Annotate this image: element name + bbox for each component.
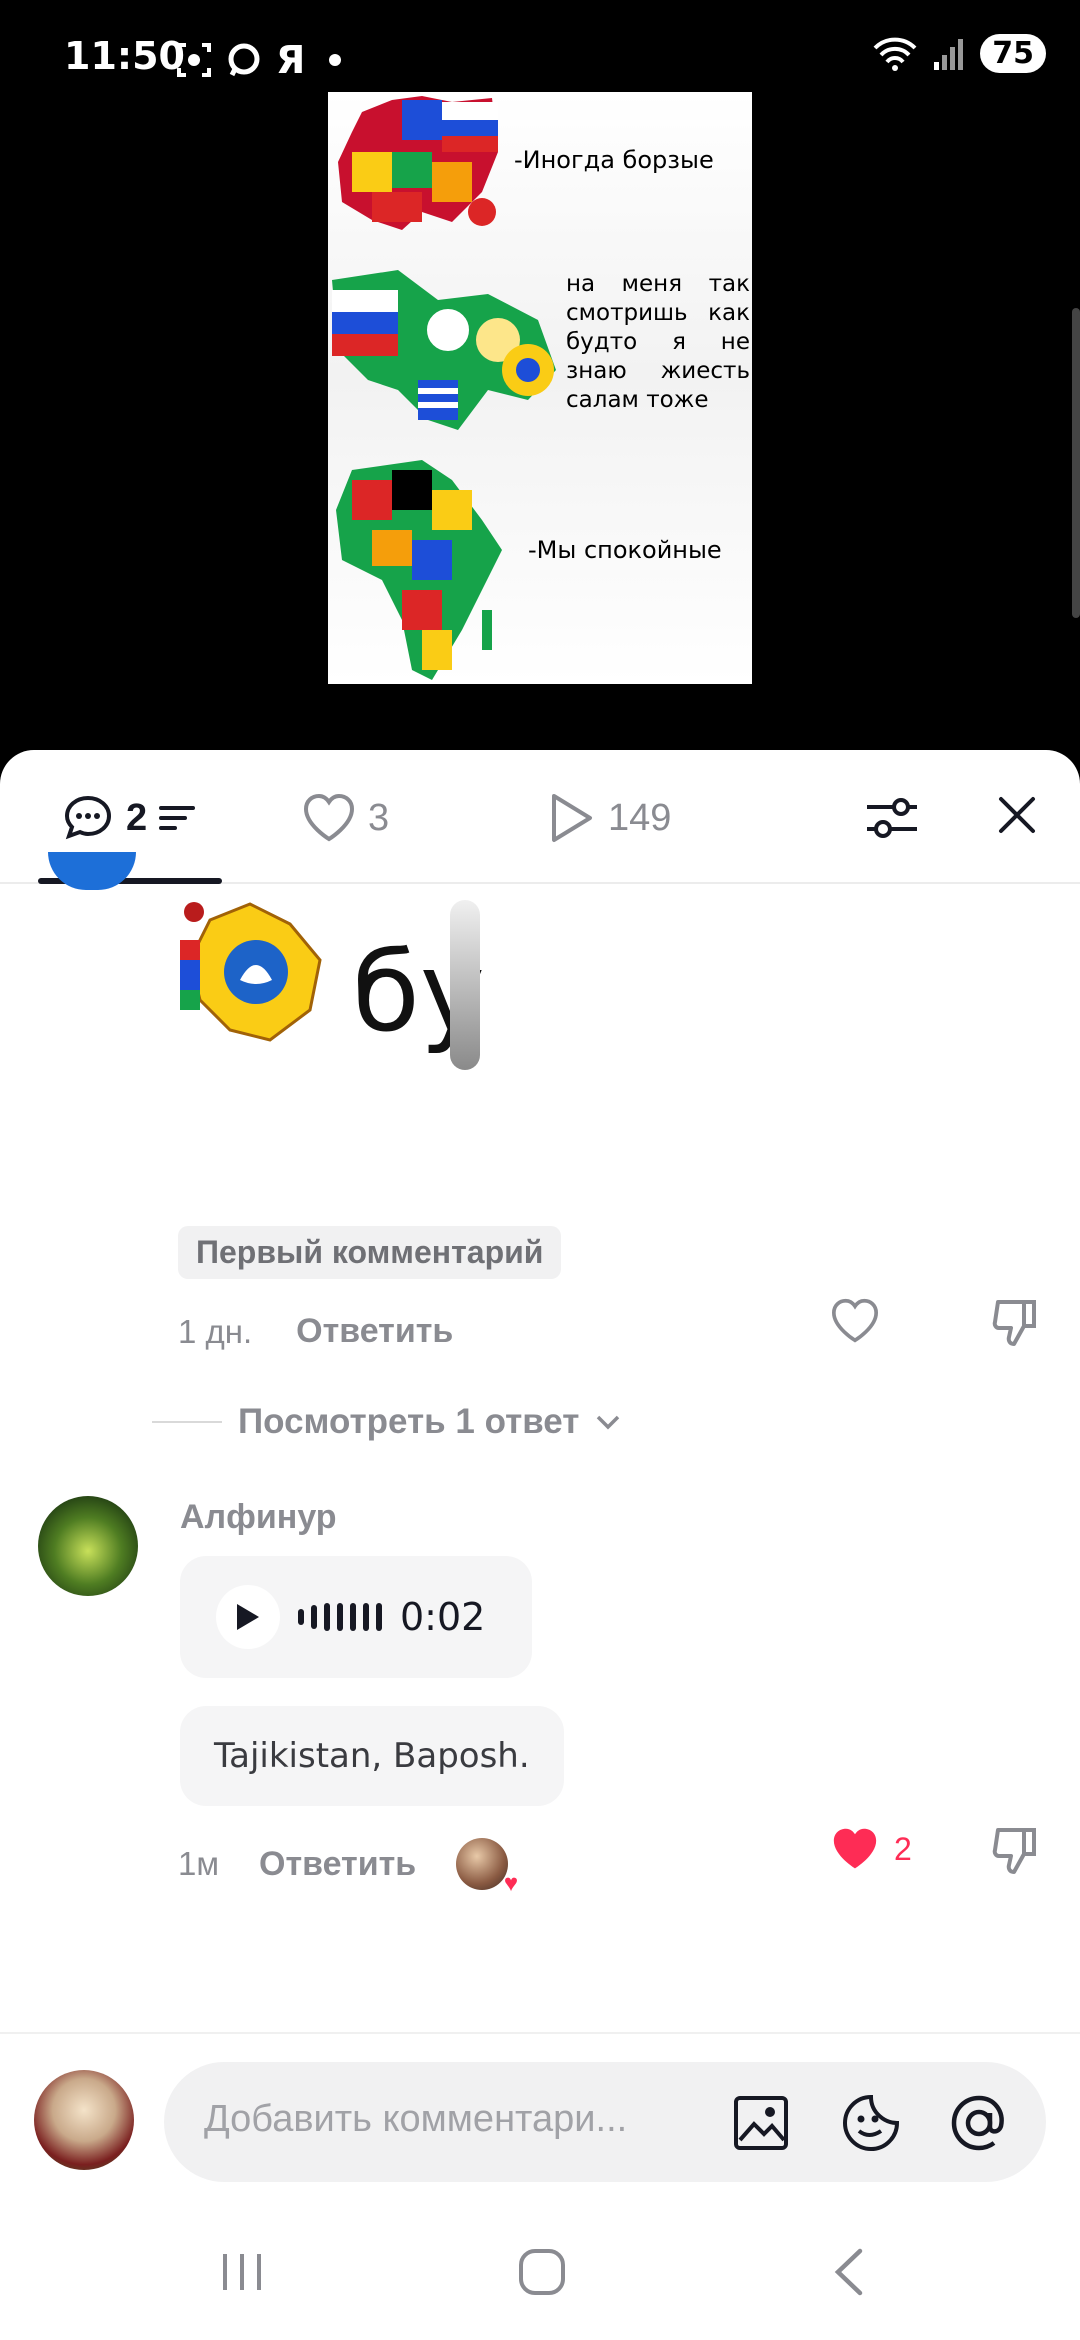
battery-indicator: 75: [980, 34, 1046, 73]
comment-input-bar: Добавить комментари...: [0, 2032, 1080, 2200]
africa-flag-map: [336, 460, 502, 680]
meme-row-europe: -Иногда борзые: [328, 92, 752, 232]
heart-outline-icon: [831, 1298, 879, 1343]
screenshot-icon: [177, 43, 211, 77]
europe-flag-map: [338, 96, 498, 230]
video-meme-image: -Иногда борзые на меня так смотришь как …: [328, 92, 752, 684]
video-scrollbar[interactable]: [1072, 308, 1080, 618]
heart-filled-icon: [833, 1828, 877, 1869]
signal-icon: [934, 38, 964, 70]
view-replies-button[interactable]: Посмотреть 1 ответ: [152, 1402, 621, 1442]
video-player[interactable]: -Иногда борзые на меня так смотришь как …: [0, 90, 1080, 750]
sliders-icon: [867, 798, 917, 838]
heart-badge-icon: ♥: [503, 1870, 519, 1897]
like-button[interactable]: 2: [830, 1826, 912, 1872]
like-button[interactable]: [830, 1298, 880, 1344]
kalmykia-flag-sticker: [180, 902, 322, 1042]
play-outline-icon: [552, 794, 592, 842]
current-user-avatar: [34, 2070, 134, 2170]
waveform: [298, 1603, 382, 1631]
comments-count: 2: [126, 796, 148, 839]
chevron-down-icon: [597, 1415, 620, 1430]
recent-apps-icon: [223, 2254, 261, 2290]
comment-time: 1 дн.: [178, 1312, 253, 1350]
comment-text: Tajikistan, Baposh.: [180, 1706, 564, 1806]
tab-views[interactable]: 149: [546, 790, 671, 846]
status-time: 11:50: [64, 34, 185, 78]
status-bar: 11:50 Я 75: [0, 0, 1080, 90]
comment-username[interactable]: Алфинур: [180, 1498, 337, 1537]
view-replies-label: Посмотреть 1 ответ: [238, 1402, 580, 1441]
close-button[interactable]: [992, 790, 1042, 840]
divider: [152, 1421, 222, 1423]
tab-likes[interactable]: 3: [302, 790, 389, 846]
comment-icon: [64, 795, 112, 840]
wifi-icon: [873, 37, 917, 71]
chat-bubble-icon: [228, 43, 260, 77]
dislike-button[interactable]: [990, 1826, 1040, 1876]
mention-button[interactable]: [948, 2092, 1010, 2154]
image-icon: [734, 2096, 788, 2150]
like-count: 2: [894, 1830, 912, 1867]
comment-meta: 1 дн. Ответить: [178, 1312, 453, 1351]
at-sign-icon: [951, 2095, 1004, 2151]
comment-input-placeholder: Добавить комментари...: [204, 2098, 628, 2140]
close-icon: [999, 797, 1035, 833]
comment-input[interactable]: Добавить комментари...: [164, 2062, 1046, 2182]
likes-count: 3: [368, 796, 390, 839]
status-icons-right: 75: [872, 34, 1046, 73]
comment-meta: 1м Ответить ♥: [178, 1838, 518, 1897]
recent-apps-button[interactable]: [212, 2242, 272, 2302]
sticker-button[interactable]: [840, 2092, 902, 2154]
thumbs-down-icon: [992, 1828, 1036, 1874]
yandex-app-icon: Я: [276, 38, 306, 82]
filter-button[interactable]: [862, 788, 922, 848]
tab-comments[interactable]: 2: [62, 790, 196, 846]
thumbs-down-icon: [992, 1300, 1036, 1346]
meme-row-africa: -Мы спокойные: [328, 460, 752, 684]
dislike-button[interactable]: [990, 1298, 1040, 1348]
meme-caption-africa: -Мы спокойные: [528, 536, 722, 564]
reply-button[interactable]: Ответить: [296, 1312, 453, 1351]
meme-caption-europe: -Иногда борзые: [514, 146, 714, 174]
comment-sticker[interactable]: бу: [180, 900, 780, 1130]
system-navigation-bar: [0, 2200, 1080, 2340]
sheet-tabs: 2 3 149: [0, 750, 1080, 884]
reply-button[interactable]: Ответить: [259, 1845, 416, 1884]
avatar[interactable]: [38, 1496, 138, 1596]
caucasus-flag-map: [332, 270, 556, 430]
back-button[interactable]: [818, 2242, 878, 2302]
image-button[interactable]: [730, 2092, 792, 2154]
first-comment-badge: Первый комментарий: [178, 1226, 562, 1279]
back-chevron-icon: [834, 2248, 863, 2296]
emoji-sticker-icon: [843, 2094, 900, 2151]
heart-outline-icon: [303, 793, 355, 842]
voice-duration: 0:02: [400, 1595, 486, 1639]
comment-time: 1м: [178, 1845, 220, 1882]
play-icon: [237, 1604, 259, 1630]
home-icon: [519, 2249, 565, 2295]
avatar[interactable]: [48, 852, 136, 890]
sort-icon: [159, 806, 196, 830]
meme-row-caucasus: на меня так смотришь как будто я не знаю…: [328, 270, 752, 450]
notification-dot-icon: [329, 54, 342, 66]
sticker-handle[interactable]: [450, 900, 480, 1070]
meme-caption-caucasus: на меня так смотришь как будто я не знаю…: [566, 271, 750, 413]
home-button[interactable]: [512, 2242, 572, 2302]
voice-message[interactable]: 0:02: [180, 1556, 532, 1678]
status-icons-left: Я: [176, 38, 342, 82]
creator-liked-avatar: ♥: [456, 1838, 518, 1897]
views-count: 149: [608, 796, 672, 839]
voice-play-button[interactable]: [216, 1585, 280, 1649]
